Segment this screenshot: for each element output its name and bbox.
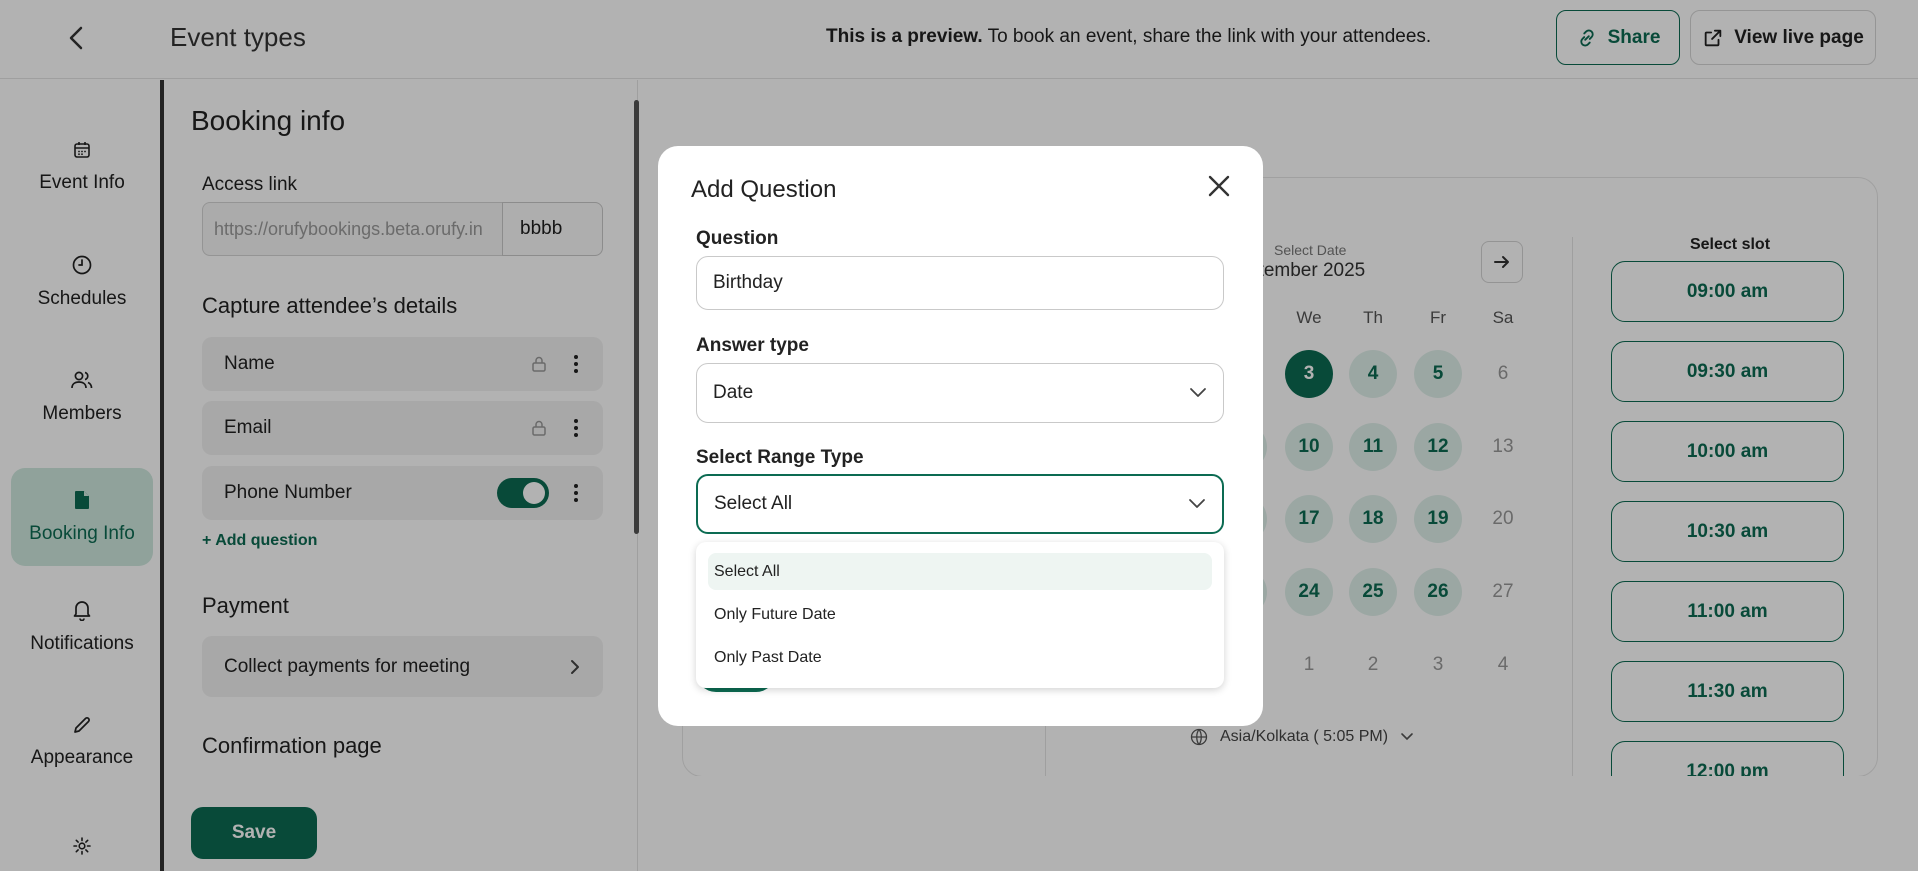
chevron-down-icon — [1190, 388, 1206, 397]
answer-type-select[interactable]: Date — [696, 363, 1224, 423]
range-type-value: Select All — [714, 493, 793, 514]
answer-type-label: Answer type — [696, 335, 809, 356]
modal-title: Add Question — [691, 176, 837, 203]
close-icon — [1208, 175, 1230, 197]
chevron-down-icon — [1189, 499, 1205, 508]
answer-type-value: Date — [713, 382, 754, 403]
dropdown-option-only-future-date[interactable]: Only Future Date — [708, 596, 1212, 633]
range-type-label: Select Range Type — [696, 447, 864, 468]
dropdown-option-select-all[interactable]: Select All — [708, 553, 1212, 590]
close-button[interactable] — [1201, 168, 1237, 204]
range-type-dropdown: Select All Only Future Date Only Past Da… — [696, 542, 1224, 688]
dropdown-option-only-past-date[interactable]: Only Past Date — [708, 639, 1212, 676]
question-label: Question — [696, 228, 779, 249]
range-type-select[interactable]: Select All — [696, 474, 1224, 534]
question-input[interactable]: Birthday — [696, 256, 1224, 310]
